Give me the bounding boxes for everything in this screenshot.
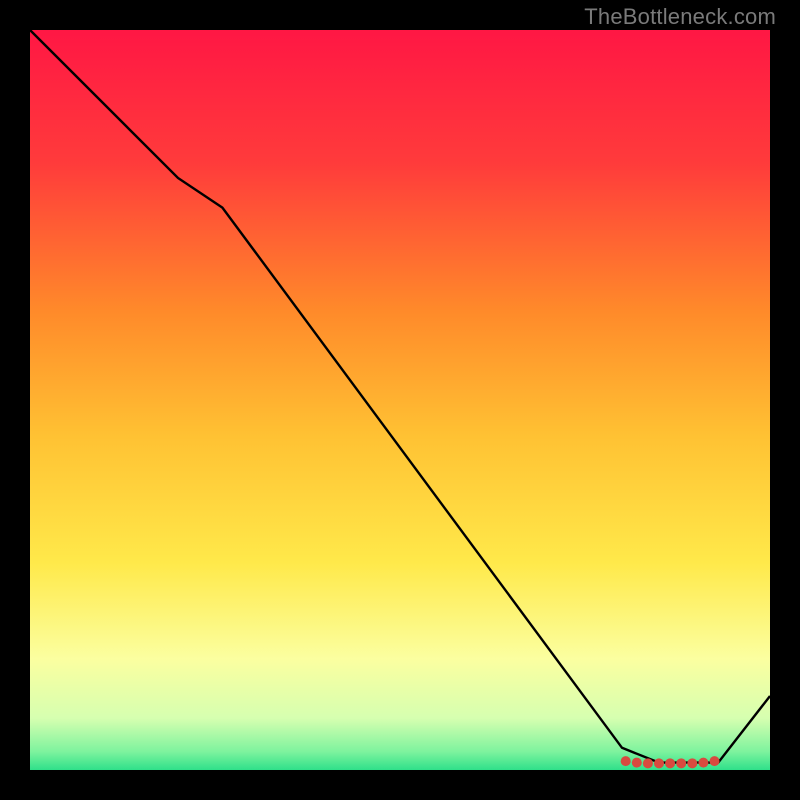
optimal-marker bbox=[710, 756, 720, 766]
watermark-text: TheBottleneck.com bbox=[584, 4, 776, 30]
plot-svg bbox=[30, 30, 770, 770]
optimal-marker bbox=[654, 758, 664, 768]
optimal-marker bbox=[698, 758, 708, 768]
optimal-marker bbox=[632, 758, 642, 768]
optimal-marker bbox=[643, 758, 653, 768]
optimal-marker bbox=[665, 758, 675, 768]
optimal-marker bbox=[676, 758, 686, 768]
optimal-marker bbox=[621, 756, 631, 766]
chart-container: TheBottleneck.com bbox=[0, 0, 800, 800]
optimal-marker bbox=[687, 758, 697, 768]
